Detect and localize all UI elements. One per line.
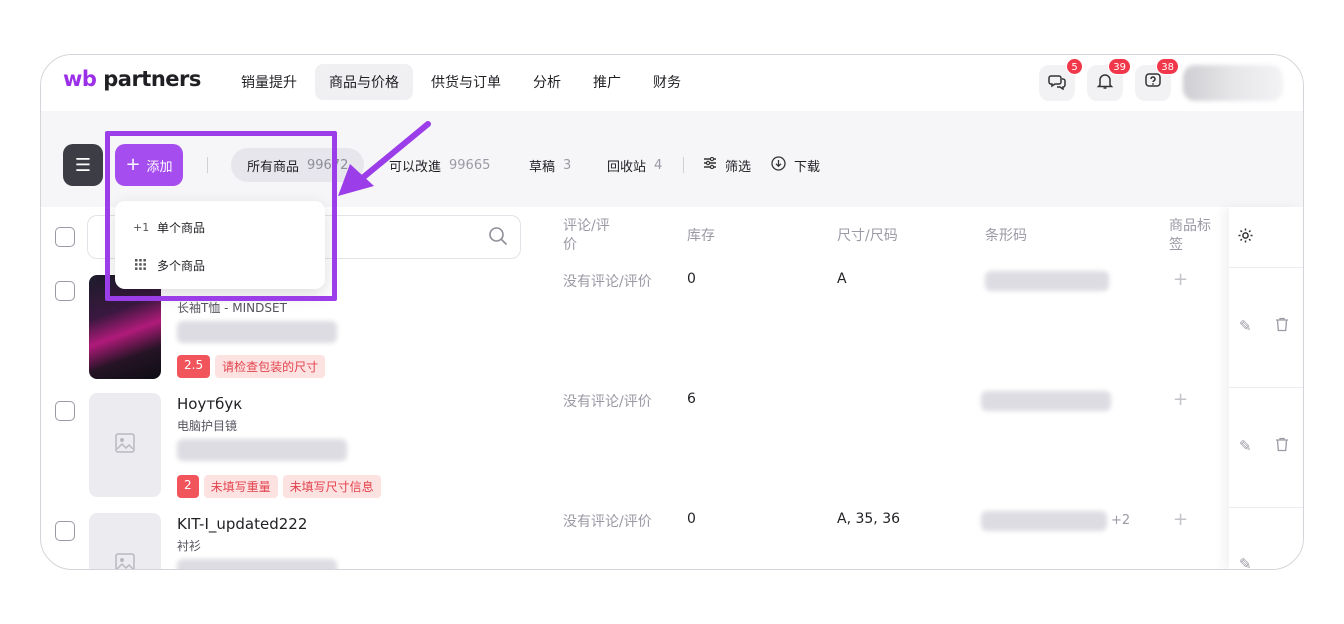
- reviews-cell: 没有评论/评价: [563, 274, 652, 290]
- user-profile-avatar[interactable]: [1183, 65, 1283, 101]
- blurred-article-number: [177, 321, 337, 343]
- bell-icon: [1096, 72, 1114, 94]
- download-button[interactable]: 下载: [771, 148, 820, 182]
- column-header-stock[interactable]: 库存: [687, 227, 715, 246]
- edit-icon[interactable]: ✎: [1239, 437, 1252, 455]
- main-nav: 销量提升 商品与价格 供货与订单 分析 推广 财务: [227, 64, 695, 100]
- warning-tag[interactable]: 未填写重量: [203, 475, 278, 498]
- blurred-barcode: [981, 511, 1107, 531]
- search-icon: [488, 226, 508, 251]
- row-checkbox[interactable]: [55, 521, 75, 541]
- column-header-tags[interactable]: 商品标签: [1169, 217, 1217, 255]
- download-icon: [771, 155, 786, 175]
- divider: [1229, 507, 1303, 508]
- notifications-badge: 39: [1108, 58, 1131, 75]
- product-title[interactable]: Ноутбук: [177, 395, 242, 413]
- blurred-article-number: [177, 559, 337, 569]
- filter-icon: [703, 156, 717, 173]
- blurred-barcode: [985, 271, 1109, 291]
- wb-partners-logo[interactable]: wb partners: [63, 67, 201, 91]
- tab-label: 可以改進: [389, 159, 442, 175]
- image-placeholder-icon: [114, 432, 136, 459]
- chat-icon: [1048, 72, 1066, 94]
- row-actions-column: ✎ ✎ ✎: [1229, 207, 1303, 569]
- delete-icon[interactable]: [1275, 317, 1289, 336]
- quality-score-badge: 2: [177, 475, 199, 498]
- row-checkbox[interactable]: [55, 281, 75, 301]
- nav-item-finance[interactable]: 财务: [639, 64, 695, 100]
- reviews-cell: 没有评论/评价: [563, 514, 652, 530]
- nav-item-supplies-orders[interactable]: 供货与订单: [417, 64, 515, 100]
- product-quality-tags: 2.5 请检查包装的尺寸: [177, 355, 326, 378]
- product-subtitle: 长袖T恤 - MINDSET: [177, 301, 287, 315]
- help-icon: [1144, 72, 1162, 94]
- add-tag-button[interactable]: +: [1173, 389, 1188, 410]
- blurred-barcode: [981, 391, 1111, 411]
- column-header-size[interactable]: 尺寸/尺码: [837, 227, 898, 246]
- divider: [1229, 387, 1303, 388]
- divider: [683, 157, 684, 173]
- size-cell: A, 35, 36: [837, 511, 901, 527]
- tab-can-improve[interactable]: 可以改進 99665: [389, 148, 490, 182]
- add-tag-button[interactable]: +: [1173, 269, 1188, 290]
- product-quality-tags: 2 未填写重量 未填写尺寸信息: [177, 475, 381, 498]
- warning-tag[interactable]: 请检查包装的尺寸: [215, 355, 326, 378]
- help-badge: 38: [1156, 58, 1179, 75]
- edit-icon[interactable]: ✎: [1239, 317, 1252, 335]
- nav-item-sales-growth[interactable]: 销量提升: [227, 64, 311, 100]
- product-subtitle: 衬衫: [177, 539, 202, 553]
- app-window: wb partners 销量提升 商品与价格 供货与订单 分析 推广 财务 5 …: [40, 54, 1304, 570]
- nav-item-products-prices[interactable]: 商品与价格: [315, 64, 413, 100]
- menu-button[interactable]: ☰: [63, 144, 103, 186]
- hamburger-icon: ☰: [74, 154, 92, 176]
- tab-count: 3: [563, 157, 572, 173]
- add-tag-button[interactable]: +: [1173, 509, 1188, 530]
- tab-label: 草稿: [529, 159, 556, 175]
- reviews-cell: 没有评论/评价: [563, 394, 652, 410]
- tab-drafts[interactable]: 草稿 3: [529, 148, 571, 182]
- quality-score-badge: 2.5: [177, 355, 211, 378]
- chat-button[interactable]: 5: [1039, 58, 1083, 101]
- divider: [1229, 267, 1303, 268]
- size-cell: A: [837, 271, 847, 287]
- notifications-button[interactable]: 39: [1087, 58, 1131, 101]
- delete-icon[interactable]: [1275, 437, 1289, 456]
- stock-cell: 6: [687, 391, 696, 407]
- select-all-checkbox[interactable]: [55, 227, 75, 247]
- product-subtitle: 电脑护目镜: [177, 419, 238, 433]
- product-title[interactable]: KIT-I_updated222: [177, 515, 307, 533]
- column-header-reviews[interactable]: 评论/评价: [563, 217, 623, 255]
- filter-button[interactable]: 筛选: [703, 148, 751, 182]
- edit-icon[interactable]: ✎: [1239, 555, 1252, 569]
- stock-cell: 0: [687, 511, 696, 527]
- filter-label: 筛选: [725, 159, 752, 175]
- tab-count: 4: [654, 157, 663, 173]
- download-label: 下载: [794, 159, 821, 175]
- header-actions: 5 39 38: [1039, 58, 1283, 101]
- blurred-article-number: [177, 439, 347, 461]
- nav-item-analytics[interactable]: 分析: [519, 64, 575, 100]
- chat-badge: 5: [1066, 58, 1083, 75]
- top-navigation: wb partners 销量提升 商品与价格 供货与订单 分析 推广 财务 5 …: [41, 55, 1303, 111]
- nav-item-promotion[interactable]: 推广: [579, 64, 635, 100]
- gear-icon[interactable]: [1237, 227, 1254, 249]
- table-row[interactable]: KIT-I_updated222 衬衫 没有评论/评价 0 A, 35, 36 …: [41, 507, 1229, 569]
- annotation-highlight-box: [105, 131, 337, 301]
- image-placeholder-icon: [114, 552, 136, 569]
- tab-count: 99665: [449, 157, 491, 173]
- help-button[interactable]: 38: [1135, 58, 1179, 101]
- stock-cell: 0: [687, 271, 696, 287]
- more-barcodes-count[interactable]: +2: [1111, 513, 1130, 528]
- table-row[interactable]: Ноутбук 电脑护目镜 2 未填写重量 未填写尺寸信息 没有评论/评价 6 …: [41, 387, 1229, 507]
- warning-tag[interactable]: 未填写尺寸信息: [282, 475, 381, 498]
- row-checkbox[interactable]: [55, 401, 75, 421]
- column-header-barcode[interactable]: 条形码: [985, 227, 1027, 246]
- tab-label: 回收站: [607, 159, 647, 175]
- product-image-placeholder[interactable]: [89, 393, 161, 497]
- tab-trash[interactable]: 回收站 4: [607, 148, 662, 182]
- product-image-placeholder[interactable]: [89, 513, 161, 569]
